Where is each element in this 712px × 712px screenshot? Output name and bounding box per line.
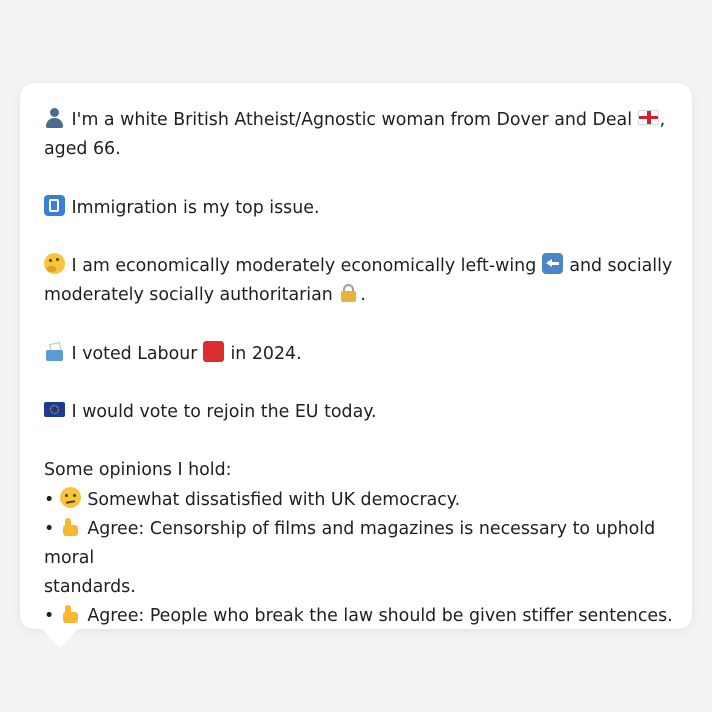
lock-icon: [338, 282, 359, 303]
thinking-face-icon: [44, 252, 65, 274]
opinion-text: Agree: Censorship of films and magazines…: [44, 518, 656, 568]
opinion-item: • Somewhat dissatisfied with UK democrac…: [44, 486, 674, 515]
bubble-tail: [40, 627, 80, 648]
opinion-item: • Agree: People who break the law should…: [44, 602, 674, 631]
thumbs-up-icon: [60, 516, 81, 537]
red-square-icon: [202, 340, 224, 362]
left-arrow-icon: [541, 252, 563, 274]
eu-text: I would vote to rejoin the EU today.: [71, 401, 377, 422]
ideology-end-text: .: [360, 285, 366, 306]
profile-speech-bubble: I'm a white British Atheist/Agnostic wom…: [20, 83, 692, 629]
intro-text: I'm a white British Atheist/Agnostic wom…: [71, 110, 633, 130]
thumbs-up-icon: [60, 603, 81, 624]
vote-paragraph: I voted Labour in 2024.: [44, 340, 674, 369]
opinions-heading: Some opinions I hold:: [44, 460, 232, 481]
bullet: •: [44, 518, 55, 539]
passport-control-icon: [44, 194, 65, 216]
ideology-paragraph: I am economically moderately economicall…: [44, 252, 674, 310]
opinions-section: Some opinions I hold: • Somewhat dissati…: [44, 456, 674, 631]
bullet: •: [44, 489, 55, 510]
opinion-item: • Agree: Censorship of films and magazin…: [44, 515, 674, 573]
vote-year-text: in 2024.: [230, 343, 302, 364]
opinion-text: Agree: People who break the law should b…: [87, 606, 673, 627]
england-flag-icon: [637, 110, 659, 125]
eu-paragraph: I would vote to rejoin the EU today.: [44, 398, 674, 427]
confused-face-icon: [59, 486, 81, 508]
person-icon: [44, 107, 65, 128]
intro-paragraph: I'm a white British Atheist/Agnostic wom…: [44, 106, 674, 164]
opinion-continuation: standards.: [44, 577, 136, 598]
vote-text: I voted Labour: [71, 343, 198, 364]
ideology-economic-text: I am economically moderately economicall…: [71, 255, 537, 276]
eu-flag-icon: [44, 401, 65, 417]
ballot-box-icon: [44, 341, 65, 362]
top-issue-text: Immigration is my top issue.: [71, 197, 320, 218]
top-issue-paragraph: Immigration is my top issue.: [44, 194, 674, 223]
intro-line-1: I'm a white British Atheist/Agnostic wom…: [44, 106, 674, 164]
opinion-text: Somewhat dissatisfied with UK democracy.: [87, 489, 461, 510]
